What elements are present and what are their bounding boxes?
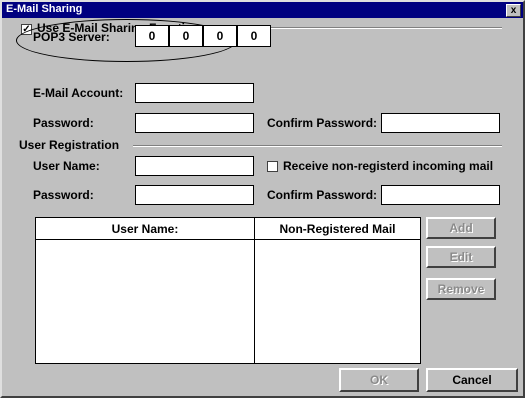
remove-button[interactable]: Remove [426,278,496,300]
email-account-label: E-Mail Account: [33,86,124,100]
user-registration-group-label: User Registration [19,138,120,152]
confirm-password-field[interactable] [381,113,500,133]
password-field[interactable] [135,113,254,133]
confirm-password-label: Confirm Password: [267,116,378,130]
user-name-label: User Name: [33,159,100,173]
group-divider [133,145,502,147]
receive-unregistered-checkbox[interactable] [267,161,278,172]
receive-unregistered-label: Receive non-registerd incoming mail [283,159,494,173]
user-password-label: Password: [33,188,94,202]
user-name-field[interactable] [135,156,254,176]
cancel-button[interactable]: Cancel [426,368,518,392]
user-list[interactable]: User Name: Non-Registered Mail [35,217,421,364]
column-divider [254,218,255,363]
pop3-label: POP3 Server: [33,30,110,44]
email-account-field[interactable] [135,83,254,103]
column-header-user-name[interactable]: User Name: [36,218,254,240]
ok-button[interactable]: OK [339,368,419,392]
edit-button[interactable]: Edit [426,246,496,268]
user-confirm-password-label: Confirm Password: [267,188,378,202]
column-header-non-registered-mail[interactable]: Non-Registered Mail [255,218,420,240]
title-bar: E-Mail Sharing x [2,2,523,18]
pop3-octet-3[interactable]: 0 [203,25,237,47]
pop3-octet-1[interactable]: 0 [135,25,169,47]
pop3-octet-2[interactable]: 0 [169,25,203,47]
add-button[interactable]: Add [426,217,496,239]
password-label: Password: [33,116,94,130]
window-title: E-Mail Sharing [6,3,83,15]
user-password-field[interactable] [135,185,254,205]
email-sharing-dialog: E-Mail Sharing x ✓ Use E-Mail Sharing Fu… [0,0,525,398]
pop3-octet-4[interactable]: 0 [237,25,271,47]
close-button[interactable]: x [506,4,521,17]
user-confirm-password-field[interactable] [381,185,500,205]
